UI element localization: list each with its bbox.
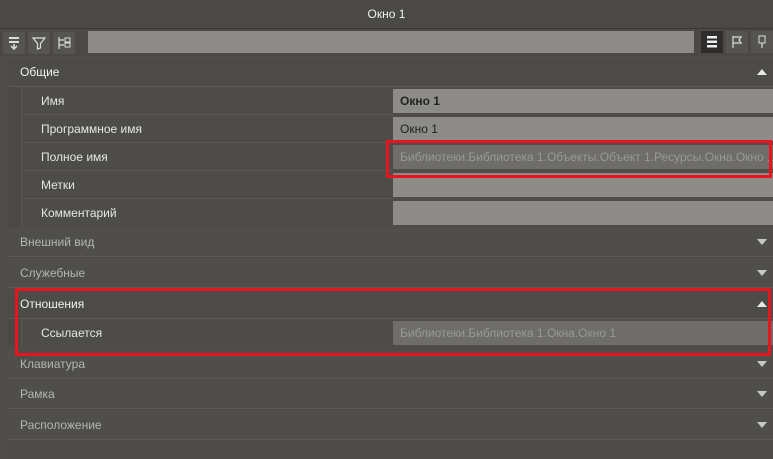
section-general[interactable]: Общие — [8, 58, 773, 87]
property-panel: Общие Имя Окно 1 Программное имя Окно 1 … — [8, 58, 773, 459]
section-label: Служебные — [20, 266, 86, 280]
section-label: Отношения — [20, 297, 85, 311]
sort-icon[interactable] — [3, 31, 25, 54]
flag-icon[interactable] — [726, 31, 748, 53]
group-icon[interactable] — [53, 31, 75, 54]
property-row-full-name: Полное имя Библиотеки.Библиотека 1.Объек… — [8, 143, 773, 171]
chevron-up-icon[interactable] — [757, 301, 767, 307]
chevron-down-icon[interactable] — [757, 270, 767, 276]
pin-icon[interactable] — [751, 31, 773, 53]
section-label: Общие — [20, 65, 60, 79]
comment-field[interactable] — [393, 201, 773, 225]
section-appearance[interactable]: Внешний вид — [8, 228, 773, 257]
references-field[interactable]: Библиотеки.Библиотека 1.Окна.Окно 1 — [393, 321, 773, 345]
filter-input[interactable] — [88, 31, 694, 53]
section-relations[interactable]: Отношения — [8, 290, 773, 319]
program-name-field[interactable]: Окно 1 — [393, 117, 773, 141]
section-label: Расположение — [20, 418, 102, 432]
property-row-references: Ссылается Библиотеки.Библиотека 1.Окна.О… — [8, 319, 773, 347]
property-label: Полное имя — [41, 150, 108, 164]
window-title: Окно 1 — [0, 0, 773, 29]
toolbar — [0, 29, 773, 56]
list-view-icon[interactable] — [701, 31, 723, 53]
section-layout[interactable]: Расположение — [8, 411, 773, 440]
property-row-comment: Комментарий — [8, 199, 773, 227]
section-service[interactable]: Служебные — [8, 259, 773, 288]
section-label: Рамка — [20, 387, 55, 401]
full-name-field[interactable]: Библиотеки.Библиотека 1.Объекты.Объект 1… — [393, 145, 773, 169]
section-frame[interactable]: Рамка — [8, 380, 773, 409]
property-row-tags: Метки — [8, 171, 773, 199]
chevron-down-icon[interactable] — [757, 391, 767, 397]
property-row-program-name: Программное имя Окно 1 — [8, 115, 773, 143]
property-label: Ссылается — [41, 326, 103, 340]
filter-icon[interactable] — [28, 31, 50, 54]
chevron-up-icon[interactable] — [757, 69, 767, 75]
section-keyboard[interactable]: Клавиатура — [8, 350, 773, 379]
property-label: Имя — [41, 94, 65, 108]
chevron-down-icon[interactable] — [757, 239, 767, 245]
section-label: Внешний вид — [20, 235, 95, 249]
name-field[interactable]: Окно 1 — [393, 89, 773, 113]
property-label: Комментарий — [41, 206, 117, 220]
property-label: Программное имя — [41, 122, 142, 136]
tags-field[interactable] — [393, 173, 773, 197]
property-row-name: Имя Окно 1 — [8, 87, 773, 115]
chevron-down-icon[interactable] — [757, 422, 767, 428]
chevron-down-icon[interactable] — [757, 361, 767, 367]
section-label: Клавиатура — [20, 357, 85, 371]
property-label: Метки — [41, 178, 75, 192]
